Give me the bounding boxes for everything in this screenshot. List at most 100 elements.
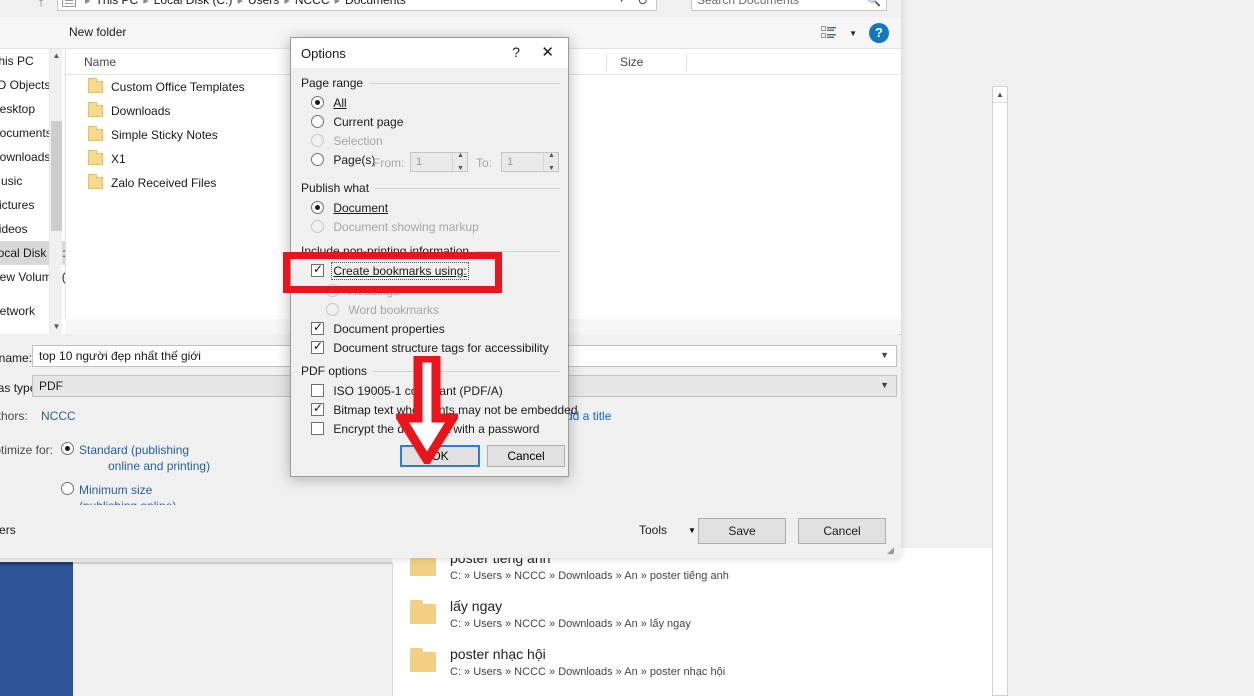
up-icon[interactable]: ↑ bbox=[31, 0, 51, 12]
list-item[interactable]: lấy ngay C: » Users » NCCC » Downloads »… bbox=[392, 596, 992, 644]
sidebar-item-label: Music bbox=[0, 174, 23, 188]
radio-icon[interactable] bbox=[311, 96, 324, 109]
file-name: X1 bbox=[111, 152, 126, 166]
page-range-all-option[interactable]: All bbox=[311, 96, 347, 110]
page-range-pages-option[interactable]: Page(s) bbox=[311, 153, 375, 167]
chevron-down-icon[interactable]: ▼ bbox=[617, 0, 626, 4]
chevron-down-icon[interactable]: ▼ bbox=[548, 165, 555, 172]
search-input[interactable]: Search Documents 🔍 bbox=[691, 0, 887, 11]
column-divider[interactable] bbox=[606, 53, 607, 71]
sidebar-item-label: 3D Objects bbox=[0, 78, 51, 92]
include-info-group-label: Include non-printing information bbox=[301, 244, 476, 258]
dialog-title: Options bbox=[301, 46, 346, 61]
sidebar-item-label: Pictures bbox=[0, 198, 35, 212]
authors-label: Authors: bbox=[0, 409, 28, 423]
breadcrumb-separator: ▸ bbox=[85, 0, 91, 7]
radio-icon[interactable] bbox=[311, 115, 324, 128]
page-range-current-page-option[interactable]: Current page bbox=[311, 115, 403, 129]
chevron-up-icon[interactable]: ▲ bbox=[457, 152, 464, 159]
search-icon[interactable]: 🔍 bbox=[866, 0, 881, 7]
help-icon[interactable]: ? bbox=[869, 23, 889, 43]
optimize-minimum-radio[interactable] bbox=[61, 482, 74, 496]
cancel-button[interactable]: Cancel bbox=[798, 518, 886, 544]
checkbox-icon[interactable] bbox=[311, 339, 324, 354]
radio-icon[interactable] bbox=[311, 153, 324, 166]
spinner-arrows[interactable]: ▲ ▼ bbox=[452, 152, 467, 172]
folder-icon bbox=[410, 600, 436, 624]
spinner-arrows[interactable]: ▲ ▼ bbox=[543, 152, 558, 172]
checkbox-icon[interactable] bbox=[311, 384, 324, 397]
scrollbar-thumb[interactable] bbox=[51, 121, 62, 231]
scroll-up-icon[interactable]: ▲ bbox=[50, 49, 63, 63]
checkbox-icon[interactable] bbox=[311, 401, 324, 416]
breadcrumb-item-3[interactable]: NCCC bbox=[295, 0, 330, 7]
background-file-list: poster tiếng anh C: » Users » NCCC » Dow… bbox=[392, 548, 992, 696]
page-range-to-input[interactable]: 1 ▲ ▼ bbox=[501, 152, 559, 172]
pdf-options-group-label: PDF options bbox=[301, 364, 374, 378]
breadcrumb-item-0[interactable]: This PC bbox=[96, 0, 139, 7]
chevron-down-icon[interactable]: ▼ bbox=[849, 29, 857, 38]
page-range-from-input[interactable]: 1 ▲ ▼ bbox=[410, 152, 468, 172]
file-name: Simple Sticky Notes bbox=[111, 128, 218, 142]
chevron-down-icon[interactable]: ▼ bbox=[880, 350, 889, 360]
file-name: Zalo Received Files bbox=[111, 176, 217, 190]
headings-label: Headings bbox=[348, 284, 400, 298]
breadcrumb-separator: ▸ bbox=[284, 0, 290, 7]
page-range-selection-option: Selection bbox=[311, 134, 383, 148]
optimize-standard-radio[interactable] bbox=[61, 442, 74, 456]
breadcrumb[interactable]: ▸ This PC ▸ Local Disk (C:) ▸ Users ▸ NC… bbox=[57, 0, 657, 11]
tools-button[interactable]: Tools bbox=[639, 523, 667, 537]
sidebar-item-label: Network bbox=[0, 304, 36, 318]
nav-pane-scrollbar[interactable]: ▲ ▼ bbox=[49, 49, 62, 334]
options-cancel-button[interactable]: Cancel bbox=[487, 445, 565, 467]
scroll-up-icon[interactable]: ▲ bbox=[993, 87, 1007, 103]
page-range-current-page-label: Current page bbox=[333, 115, 404, 129]
address-bar: ← → ↑ ▸ This PC ▸ Local Disk (C:) ▸ User… bbox=[0, 0, 901, 17]
hide-folders-button[interactable]: de Folders bbox=[0, 523, 16, 537]
help-icon[interactable]: ? bbox=[512, 44, 520, 60]
file-name: Downloads bbox=[111, 104, 171, 118]
chevron-down-icon[interactable]: ▼ bbox=[880, 380, 889, 390]
authors-value[interactable]: NCCC bbox=[41, 409, 76, 423]
background-divider bbox=[392, 562, 393, 696]
desktop-scrollbar[interactable]: ▲ bbox=[992, 86, 1008, 696]
new-folder-button[interactable]: New folder bbox=[69, 25, 126, 39]
radio-icon[interactable] bbox=[61, 442, 74, 455]
page-range-to-value: 1 bbox=[507, 156, 514, 168]
chevron-down-icon[interactable]: ▼ bbox=[457, 165, 464, 172]
resize-grip-icon[interactable]: ◢ bbox=[887, 545, 897, 555]
list-item[interactable]: poster nhạc hội C: » Users » NCCC » Down… bbox=[392, 644, 992, 692]
column-header-size[interactable]: Size bbox=[620, 55, 643, 69]
save-button[interactable]: Save bbox=[698, 518, 786, 544]
create-bookmarks-checkbox[interactable]: Create bookmarks using: bbox=[311, 262, 469, 280]
radio-icon[interactable] bbox=[311, 201, 324, 214]
checkbox-icon[interactable] bbox=[311, 320, 324, 335]
close-icon[interactable]: ✕ bbox=[541, 43, 554, 61]
document-structure-tags-checkbox[interactable]: Document structure tags for accessibilit… bbox=[311, 339, 549, 355]
folder-icon bbox=[410, 552, 436, 576]
checkbox-icon[interactable] bbox=[311, 422, 324, 435]
publish-document-option[interactable]: Document bbox=[311, 201, 388, 215]
checkbox-icon[interactable] bbox=[311, 262, 324, 277]
publish-document-markup-label: Document showing markup bbox=[333, 220, 479, 234]
details-view-icon[interactable] bbox=[821, 26, 837, 40]
list-item-title: poster nhạc hội bbox=[450, 646, 546, 662]
optimize-standard-label-line1: Standard (publishing bbox=[79, 443, 190, 457]
chevron-down-icon[interactable]: ▼ bbox=[688, 526, 696, 535]
list-item[interactable]: Music bbox=[392, 692, 992, 696]
document-properties-checkbox[interactable]: Document properties bbox=[311, 320, 445, 336]
breadcrumb-item-2[interactable]: Users bbox=[248, 0, 279, 7]
column-divider[interactable] bbox=[686, 53, 687, 71]
radio-icon[interactable] bbox=[61, 482, 74, 495]
forward-icon[interactable]: → bbox=[0, 0, 5, 12]
scroll-down-icon[interactable]: ▼ bbox=[50, 320, 63, 334]
column-header-name[interactable]: Name bbox=[84, 55, 116, 69]
search-placeholder: Search Documents bbox=[697, 0, 800, 7]
breadcrumb-item-4[interactable]: Documents bbox=[345, 0, 406, 7]
folder-icon bbox=[88, 102, 103, 117]
sidebar-item-label: This PC bbox=[0, 54, 34, 68]
list-item-title: lấy ngay bbox=[450, 598, 503, 614]
breadcrumb-item-1[interactable]: Local Disk (C:) bbox=[154, 0, 233, 7]
chevron-up-icon[interactable]: ▲ bbox=[548, 152, 555, 159]
refresh-icon[interactable]: ↻ bbox=[637, 0, 648, 9]
